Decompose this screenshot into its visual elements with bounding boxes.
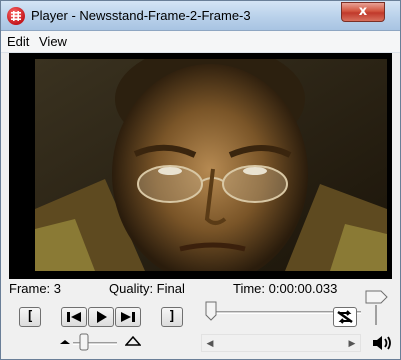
zoom-thumb[interactable]	[79, 333, 89, 351]
vertical-slider-track[interactable]	[375, 305, 377, 325]
menu-bar: Edit View	[1, 31, 400, 53]
play-icon	[97, 311, 107, 323]
step-forward-icon	[121, 312, 135, 322]
video-frame	[35, 59, 387, 271]
close-button[interactable]: x	[341, 2, 385, 22]
timeline-thumb[interactable]	[205, 301, 217, 321]
zoom-small-icon	[60, 340, 70, 344]
scroll-right-icon[interactable]: ▶	[344, 335, 360, 351]
horizontal-scrollbar[interactable]: ◀ ▶	[201, 334, 361, 352]
mark-out-button[interactable]: ]	[161, 307, 183, 327]
time-label: Time: 0:00:00.033	[233, 281, 338, 296]
close-icon: x	[358, 4, 368, 19]
step-forward-button[interactable]	[115, 307, 141, 327]
player-window: Player - Newsstand-Frame-2-Frame-3 x Edi…	[0, 0, 401, 360]
step-back-icon	[67, 312, 81, 322]
step-back-button[interactable]	[61, 307, 87, 327]
video-area	[9, 53, 392, 279]
vertical-slider-thumb[interactable]	[365, 290, 389, 304]
app-icon[interactable]	[7, 7, 25, 25]
menu-view[interactable]: View	[39, 34, 67, 49]
mark-in-button[interactable]: [	[19, 307, 41, 327]
loop-button[interactable]	[333, 307, 357, 327]
mark-in-icon: [	[26, 309, 34, 324]
frame-label: Frame: 3	[9, 281, 62, 296]
scroll-left-icon[interactable]: ◀	[202, 335, 218, 351]
title-bar[interactable]: Player - Newsstand-Frame-2-Frame-3 x	[1, 1, 400, 31]
zoom-large-icon	[125, 335, 141, 346]
menu-edit[interactable]: Edit	[7, 34, 29, 49]
loop-icon	[337, 310, 353, 324]
volume-icon[interactable]	[371, 334, 393, 352]
quality-label: Quality: Final	[109, 281, 185, 296]
mark-out-icon: ]	[168, 309, 176, 324]
window-title: Player - Newsstand-Frame-2-Frame-3	[31, 8, 251, 23]
play-button[interactable]	[88, 307, 114, 327]
